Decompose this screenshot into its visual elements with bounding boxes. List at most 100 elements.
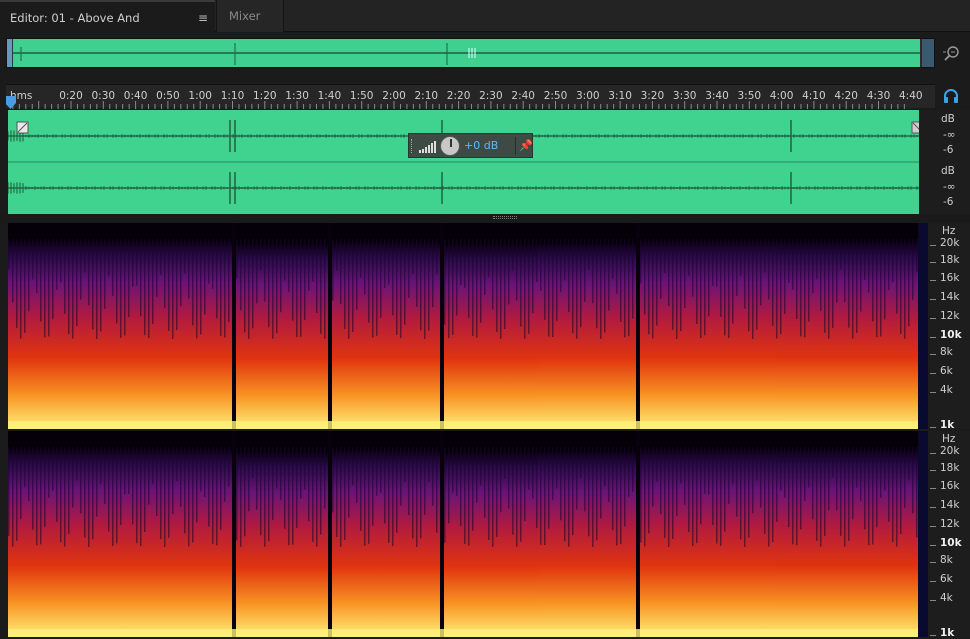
pin-icon[interactable]: 📌 <box>519 139 533 152</box>
divider-grip[interactable] <box>493 216 517 219</box>
spectrogram-streak <box>532 447 534 499</box>
waveform-view[interactable] <box>8 110 919 214</box>
spectrogram-streak <box>472 447 474 531</box>
view-divider[interactable] <box>0 214 970 223</box>
spectrogram-streak <box>92 447 94 540</box>
tab-editor[interactable]: Editor: 01 - Above And Beyond.mp3 ≡ <box>0 0 215 58</box>
spectrogram-streak <box>172 447 174 514</box>
spectrogram-streak <box>892 239 894 283</box>
ruler-label: 3:40 <box>705 90 729 102</box>
spectrogram-streak <box>56 239 58 290</box>
spectrogram-streak <box>236 239 238 279</box>
volume-knob[interactable] <box>440 136 460 156</box>
spectrogram-streak <box>840 239 842 270</box>
hz-tick-label: 10k <box>940 329 962 341</box>
spectrogram-streak <box>856 239 858 333</box>
spectrogram-streak <box>556 447 558 489</box>
ruler-label: 1:30 <box>285 90 309 102</box>
spectrogram-streak <box>872 447 874 545</box>
spectrogram-streak <box>912 447 914 514</box>
spectrogram-streak <box>308 239 310 291</box>
spectrogram-streak <box>416 239 418 307</box>
spectrogram-streak <box>128 239 130 318</box>
spectrogram-streak <box>764 239 766 273</box>
spectrogram-streak <box>704 239 706 336</box>
spectrogram-streak <box>548 447 550 529</box>
spectrogram-streak <box>476 447 478 503</box>
volume-value[interactable]: +0 dB <box>464 139 498 152</box>
spectrogram-streak <box>596 239 598 329</box>
timeline-ruler[interactable]: hms 0:20 0:30 0:40 0:50 1:00 1:10 1:20 1:30 1:40… <box>6 84 935 109</box>
spectrogram-streak <box>48 447 50 498</box>
spectrogram-streak <box>360 447 362 531</box>
spectrogram-streak <box>88 239 90 306</box>
spectrogram-streak <box>632 447 634 492</box>
spectrogram-streak <box>68 447 70 534</box>
hud-grip[interactable] <box>411 139 414 153</box>
spectrogram-streak <box>192 447 194 543</box>
spectrogram-gap <box>440 223 444 429</box>
spectrogram-streak <box>280 447 282 500</box>
headphone-icon[interactable] <box>943 88 959 104</box>
spectrogram-streak <box>148 447 150 505</box>
spectrogram-streak <box>84 447 86 538</box>
spectrogram-streak <box>92 239 94 330</box>
ruler-label: 4:40 <box>899 90 923 102</box>
spectrogram-streak <box>412 239 414 275</box>
spectrogram-streak <box>756 239 758 330</box>
spectrogram-streak <box>732 239 734 324</box>
spectrogram-streak <box>40 239 42 322</box>
spectrogram-streak <box>836 239 838 303</box>
spectrogram-streak <box>500 447 502 513</box>
spectrogram-streak <box>692 239 694 297</box>
spectrogram-streak <box>120 447 122 525</box>
spectrogram-streak <box>372 447 374 526</box>
spectrogram-streak <box>200 447 202 492</box>
spectrogram-streak <box>640 239 642 284</box>
spectrogram-streak <box>860 447 862 501</box>
frequency-scale-2: Hz 20k 18k 16k 14k 12k 10k 8k 6k 4k 1k <box>928 431 970 639</box>
playhead-marker[interactable] <box>6 96 16 109</box>
volume-hud[interactable]: +0 dB 📌 <box>408 133 533 158</box>
spectrogram-streak <box>744 447 746 547</box>
spectrogram-channel-2[interactable] <box>8 431 928 637</box>
spectrogram-streak <box>748 239 750 332</box>
tab-mixer[interactable]: Mixer <box>216 0 284 32</box>
hz-tick <box>930 470 936 471</box>
ruler-label: 3:30 <box>673 90 697 102</box>
overview-right-handle[interactable] <box>920 39 934 67</box>
spectrogram-streak <box>496 447 498 537</box>
spectrogram-streak <box>752 447 754 514</box>
spectrogram-streak <box>564 239 566 281</box>
ruler-label: 3:20 <box>641 90 665 102</box>
spectrogram-streak <box>536 239 538 282</box>
overview-left-handle[interactable] <box>7 39 13 67</box>
spectrogram-streak <box>832 447 834 478</box>
zoom-icon[interactable] <box>943 44 961 62</box>
spectrogram-streak <box>536 447 538 529</box>
overview-navigator[interactable] <box>6 38 935 68</box>
spectrogram-streak <box>312 239 314 282</box>
spectrogram-streak <box>600 239 602 339</box>
spectrogram-streak <box>492 447 494 547</box>
spectrogram-streak <box>840 447 842 536</box>
ruler-label: 0:30 <box>92 90 116 102</box>
spectrogram-streak <box>344 239 346 329</box>
spectrogram-streak <box>880 239 882 337</box>
spectrogram-streak <box>748 447 750 538</box>
spectrogram-streak <box>640 447 642 543</box>
spectrogram-streak <box>368 447 370 544</box>
ruler-label: 0:20 <box>59 90 83 102</box>
tab-menu-icon[interactable]: ≡ <box>198 2 208 35</box>
spectrogram-streak <box>908 239 910 327</box>
spectrogram-streak <box>148 239 150 339</box>
spectrogram-streak <box>108 447 110 532</box>
spectrogram-streak <box>340 239 342 305</box>
spectrogram-channel-1[interactable] <box>8 223 928 429</box>
hz-tick <box>930 526 936 527</box>
hz-tick <box>930 245 936 246</box>
spectrogram-streak <box>316 239 318 313</box>
spectrogram-streak <box>648 239 650 335</box>
spectrogram-streak <box>724 447 726 532</box>
spectrogram-streak <box>308 447 310 522</box>
